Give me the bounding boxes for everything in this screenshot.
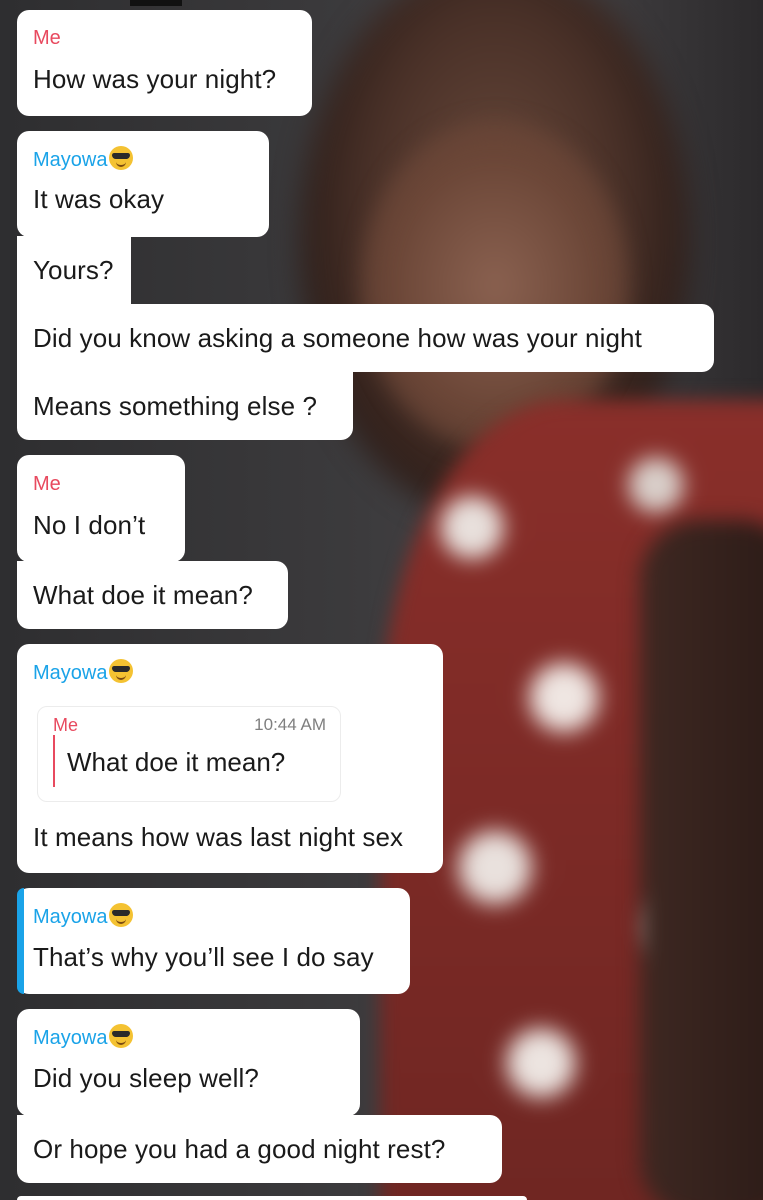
next-message-bubble-partial xyxy=(17,1196,527,1200)
sunglasses-emoji-icon xyxy=(109,146,134,170)
sender-name: Mayowa xyxy=(33,1024,344,1052)
message-text: Did you sleep well? xyxy=(33,1063,259,1093)
message-bubble[interactable]: Did you know asking a someone how was yo… xyxy=(17,304,714,372)
highlight-accent-bar xyxy=(17,888,24,994)
message-text: It was okay xyxy=(33,184,165,214)
quoted-timestamp: 10:44 AM xyxy=(254,715,326,734)
message-text: Means something else ? xyxy=(33,391,318,421)
message-text: Or hope you had a good night rest? xyxy=(33,1134,446,1164)
message-bubble[interactable]: Mayowa That’s why you’ll see I do say xyxy=(17,888,410,994)
top-bar-fragment xyxy=(130,0,182,6)
message-bubble[interactable]: Me How was your night? xyxy=(17,10,312,116)
sender-name: Me xyxy=(33,473,61,495)
sender-name: Mayowa xyxy=(33,659,427,687)
quoted-sender: Me xyxy=(53,715,79,735)
message-text: Yours? xyxy=(33,255,114,285)
sunglasses-emoji-icon xyxy=(109,903,134,927)
message-bubble[interactable]: Mayowa Did you sleep well? xyxy=(17,1009,360,1116)
message-text: What doe it mean? xyxy=(33,580,253,610)
message-bubble[interactable]: Yours? xyxy=(17,236,131,304)
sunglasses-emoji-icon xyxy=(109,1024,134,1048)
message-text: How was your night? xyxy=(33,64,277,94)
quote-bar xyxy=(53,735,55,787)
message-bubble[interactable]: Mayowa It was okay xyxy=(17,131,269,237)
message-text: It means how was last night sex xyxy=(33,822,404,852)
sender-name: Me xyxy=(33,27,61,49)
message-bubble[interactable]: Or hope you had a good night rest? xyxy=(17,1115,502,1183)
sender-name: Mayowa xyxy=(33,146,253,174)
message-text: That’s why you’ll see I do say xyxy=(33,942,374,972)
message-bubble[interactable]: What doe it mean? xyxy=(17,561,288,629)
quoted-text: What doe it mean? xyxy=(67,747,286,777)
chat-thread: Me How was your night? Mayowa It was oka… xyxy=(0,0,763,1200)
message-bubble[interactable]: Me No I don’t xyxy=(17,455,185,562)
sunglasses-emoji-icon xyxy=(109,659,134,683)
message-bubble[interactable]: Mayowa Me 10:44 AM What doe it mean? It … xyxy=(17,644,443,873)
sender-name: Mayowa xyxy=(33,903,394,931)
message-text: No I don’t xyxy=(33,510,146,540)
message-bubble[interactable]: Means something else ? xyxy=(17,372,353,440)
quoted-message[interactable]: Me 10:44 AM What doe it mean? xyxy=(37,706,341,802)
message-text: Did you know asking a someone how was yo… xyxy=(33,323,642,353)
